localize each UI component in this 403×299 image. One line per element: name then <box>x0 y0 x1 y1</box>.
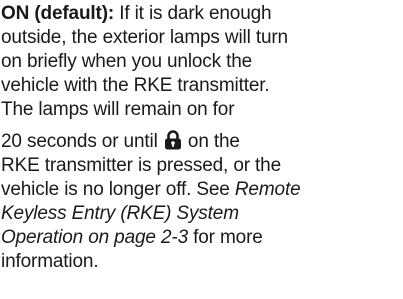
cross-reference: Remote <box>234 179 301 200</box>
paragraph-line: outside, the exterior lamps will turn <box>1 27 288 48</box>
paragraph-line: information. <box>1 251 99 272</box>
paragraph-line: on briefly when you unlock the <box>1 51 253 72</box>
paragraph-line: vehicle with the RKE transmitter. <box>1 75 270 96</box>
manual-paragraph: ON (default): If it is dark enough outsi… <box>1 2 401 274</box>
lock-icon <box>164 130 182 150</box>
body-text: If it is dark enough <box>114 3 272 24</box>
body-text: 20 seconds or until <box>1 131 163 152</box>
paragraph-line: 20 seconds or until on the <box>1 130 401 154</box>
paragraph-line: ON (default): If it is dark enough <box>1 2 401 26</box>
paragraph-line: Operation on page 2-3 for more <box>1 226 401 250</box>
cross-reference: Operation on page 2-3 <box>1 227 188 248</box>
body-text: for more <box>188 227 263 248</box>
paragraph-line: RKE transmitter is pressed, or the <box>1 155 282 176</box>
paragraph-line: vehicle is no longer off. See Remote <box>1 178 401 202</box>
body-text: vehicle is no longer off. See <box>1 179 235 200</box>
setting-heading: ON (default): <box>1 3 115 24</box>
cross-reference: Keyless Entry (RKE) System <box>1 203 239 224</box>
paragraph-line: The lamps will remain on for <box>1 99 235 120</box>
body-text: on the <box>182 131 240 152</box>
